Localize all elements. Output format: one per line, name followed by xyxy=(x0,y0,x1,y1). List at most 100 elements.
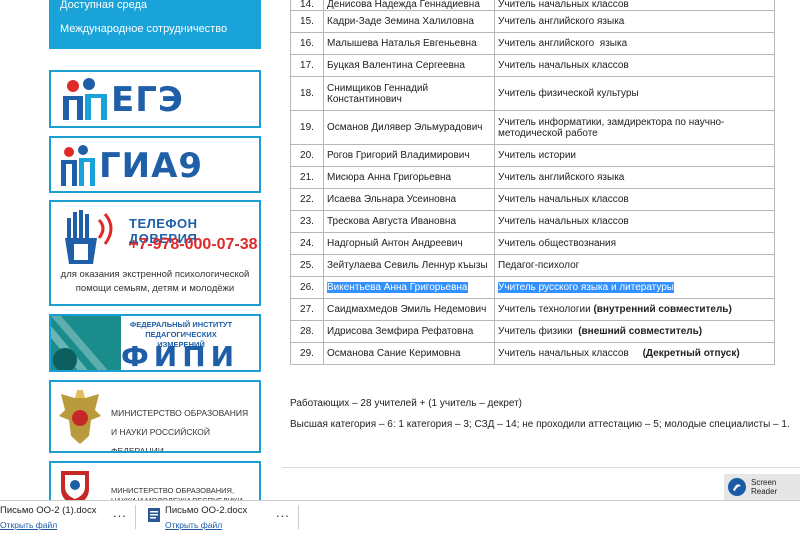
ege-banner[interactable]: ЕГЭ xyxy=(49,70,261,128)
teacher-position-note: (Декретный отпуск) xyxy=(639,348,740,359)
gia9-logo-icon xyxy=(61,145,95,186)
teacher-name: Надгорный Антон Андреевич xyxy=(323,232,495,255)
teacher-position-text: Учитель русского языка и литературы xyxy=(498,282,674,293)
download-bar: Письмо ОО-2 (1).docx Открыть файл ... Пи… xyxy=(0,500,800,533)
row-number: 29. xyxy=(290,342,324,365)
teacher-position-note: (внешний совместитель) xyxy=(578,326,703,337)
teacher-name: Снимщиков Геннадий Константинович xyxy=(323,76,495,111)
teacher-position-text: Учитель физики xyxy=(498,326,576,337)
row-number: 19. xyxy=(290,110,324,145)
teacher-name-text: Османова Сание Керимовна xyxy=(327,348,461,359)
teacher-name-text: Надгорный Антон Андреевич xyxy=(327,238,463,249)
ministry-education-line: МИНИСТЕРСТВО ОБРАЗОВАНИЯ xyxy=(111,408,249,418)
word-document-icon xyxy=(148,508,160,522)
screen-reader-button[interactable]: Screen Reader xyxy=(724,474,800,500)
row-number: 18. xyxy=(290,76,324,111)
fipi-subtitle-line: ФЕДЕРАЛЬНЫЙ ИНСТИТУТ xyxy=(129,320,233,329)
row-number: 26. xyxy=(290,276,324,299)
screen-reader-label-line: Reader xyxy=(751,487,778,496)
download-item[interactable]: Письмо ОО-2 (1).docx Открыть файл xyxy=(0,505,131,531)
teacher-name: Исаева Эльнара Усеиновна xyxy=(323,188,495,211)
table-row: 28. Идрисова Земфира Рефатовна Учитель физ… xyxy=(290,320,775,343)
teacher-name-text: Саидмахмедов Эмиль Недемович xyxy=(327,304,487,315)
row-number: 14. xyxy=(290,0,324,11)
row-number: 21. xyxy=(290,166,324,189)
row-number: 22. xyxy=(290,188,324,211)
gia9-banner[interactable]: ГИА9 xyxy=(49,136,261,193)
teacher-name-text: Рогов Григорий Владимирович xyxy=(327,150,470,161)
teacher-name: Идрисова Земфира Рефатовна xyxy=(323,320,495,343)
table-row: 15. Кадри-Заде Земина Халиловна Учитель ан… xyxy=(290,10,775,33)
teacher-position-text: Учитель обществознания xyxy=(498,238,617,249)
teacher-position: Учитель начальных классов xyxy=(494,210,775,233)
table-row: 24. Надгорный Антон Андреевич Учитель обще… xyxy=(290,232,775,255)
hand-phone-icon xyxy=(65,210,113,264)
screen-reader-label: Screen Reader xyxy=(751,478,777,496)
teacher-position-text: Педагог-психолог xyxy=(498,260,580,271)
teacher-position-note: (внутренний совместитель) xyxy=(593,304,732,315)
hotline-description-line: помощи семьям, детям и молодёжи xyxy=(75,283,235,294)
menu-item-international-cooperation[interactable]: Международное сотрудничество xyxy=(49,19,261,41)
teacher-position-text: Учитель информатики, замдиректора по нау… xyxy=(498,116,725,139)
summary-working-teachers: Работающих – 28 учителей + (1 учитель – … xyxy=(290,398,523,409)
teacher-position: Учитель обществознания xyxy=(494,232,775,255)
table-row: 22. Исаева Эльнара Усеиновна Учитель начал… xyxy=(290,188,775,211)
table-row: 21. Мисюра Анна Григорьевна Учитель англий… xyxy=(290,166,775,189)
table-row: 29. Османова Сание Керимовна Учитель начал… xyxy=(290,342,775,365)
row-number: 24. xyxy=(290,232,324,255)
gia9-logo-text: ГИА9 xyxy=(99,146,204,186)
crimea-ministry-line: МИНИСТЕРСТВО ОБРАЗОВАНИЯ, xyxy=(111,486,235,495)
teacher-name: Саидмахмедов Эмиль Недемович xyxy=(323,298,495,321)
hotline-banner[interactable]: ТЕЛЕФОН ДОВЕРИЯ +7-978-000-07-38 для ока… xyxy=(49,200,261,306)
teacher-name: Денисова Надежда Геннадиевна xyxy=(323,0,495,11)
teacher-name: Османова Сание Керимовна xyxy=(323,342,495,365)
russian-eagle-emblem-icon xyxy=(59,390,101,444)
ministry-education-line: И НАУКИ РОССИЙСКОЙ ФЕДЕРАЦИИ xyxy=(111,427,211,453)
teacher-position-text: Учитель физической культуры xyxy=(498,88,639,99)
screen-reader-icon xyxy=(728,478,746,496)
menu-item-accessible-environment[interactable]: Доступная среда xyxy=(49,0,261,14)
table-row: 23. Трескова Августа Ивановна Учитель нача… xyxy=(290,210,775,233)
teacher-position: Учитель английского языка xyxy=(494,10,775,33)
table-row: 19. Османов Дилявер Эльмурадович Учитель и… xyxy=(290,110,775,145)
teacher-position: Учитель истории xyxy=(494,144,775,167)
teacher-name: Османов Дилявер Эльмурадович xyxy=(323,110,495,145)
teacher-position: Учитель начальных классов xyxy=(494,0,775,11)
ministry-education-text: МИНИСТЕРСТВО ОБРАЗОВАНИЯ И НАУКИ РОССИЙС… xyxy=(111,404,259,453)
teacher-position: Учитель начальных классов xyxy=(494,188,775,211)
table-row: 18. Снимщиков Геннадий Константинович Учит… xyxy=(290,76,775,111)
teacher-position: Учитель информатики, замдиректора по нау… xyxy=(494,110,775,145)
teacher-name-text: Мисюра Анна Григорьевна xyxy=(327,172,452,183)
teacher-position: Педагог-психолог xyxy=(494,254,775,277)
fipi-banner[interactable]: ФЕДЕРАЛЬНЫЙ ИНСТИТУТ ПЕДАГОГИЧЕСКИХ ИЗМЕ… xyxy=(49,314,261,372)
ministry-education-banner[interactable]: МИНИСТЕРСТВО ОБРАЗОВАНИЯ И НАУКИ РОССИЙС… xyxy=(49,380,261,453)
web-page: Доступная среда Международное сотрудниче… xyxy=(0,0,800,506)
teacher-name-text: Исаева Эльнара Усеиновна xyxy=(327,194,457,205)
row-number: 28. xyxy=(290,320,324,343)
more-options-icon[interactable]: ... xyxy=(276,505,290,520)
open-file-link[interactable]: Открыть файл xyxy=(165,520,300,530)
table-row: 14. Денисова Надежда Геннадиевна Учитель н… xyxy=(290,0,775,11)
row-number: 16. xyxy=(290,32,324,55)
ege-logo-text: ЕГЭ xyxy=(111,80,184,120)
teacher-position: Учитель физики (внешний совместитель) xyxy=(494,320,775,343)
teacher-position-text: Учитель начальных классов xyxy=(498,348,638,359)
open-file-link[interactable]: Открыть файл xyxy=(0,520,131,530)
hotline-phone: +7-978-000-07-38 xyxy=(129,236,258,253)
teacher-name: Викентьева Анна Григорьевна xyxy=(323,276,495,299)
row-number: 27. xyxy=(290,298,324,321)
fipi-title: ФИПИ xyxy=(121,340,240,372)
teachers-table: 14. Денисова Надежда Геннадиевна Учитель н… xyxy=(290,0,775,365)
teacher-position-text: Учитель начальных классов xyxy=(498,194,629,205)
row-number: 23. xyxy=(290,210,324,233)
table-row: 16. Малышева Наталья Евгеньевна Учитель ан… xyxy=(290,32,775,55)
teacher-name: Буцкая Валентина Сергеевна xyxy=(323,54,495,77)
teacher-position-text: Учитель технологии xyxy=(498,304,591,315)
teacher-name-text: Идрисова Земфира Рефатовна xyxy=(327,326,474,337)
teacher-name-text: Викентьева Анна Григорьевна xyxy=(327,282,468,293)
table-row: 27. Саидмахмедов Эмиль Недемович Учитель т… xyxy=(290,298,775,321)
teacher-position: Учитель английского языка xyxy=(494,32,775,55)
teacher-name-text: Османов Дилявер Эльмурадович xyxy=(327,122,483,133)
table-row: 25. Зейтулаева Севиль Леннур къызы Педагог… xyxy=(290,254,775,277)
more-options-icon[interactable]: ... xyxy=(113,505,127,520)
